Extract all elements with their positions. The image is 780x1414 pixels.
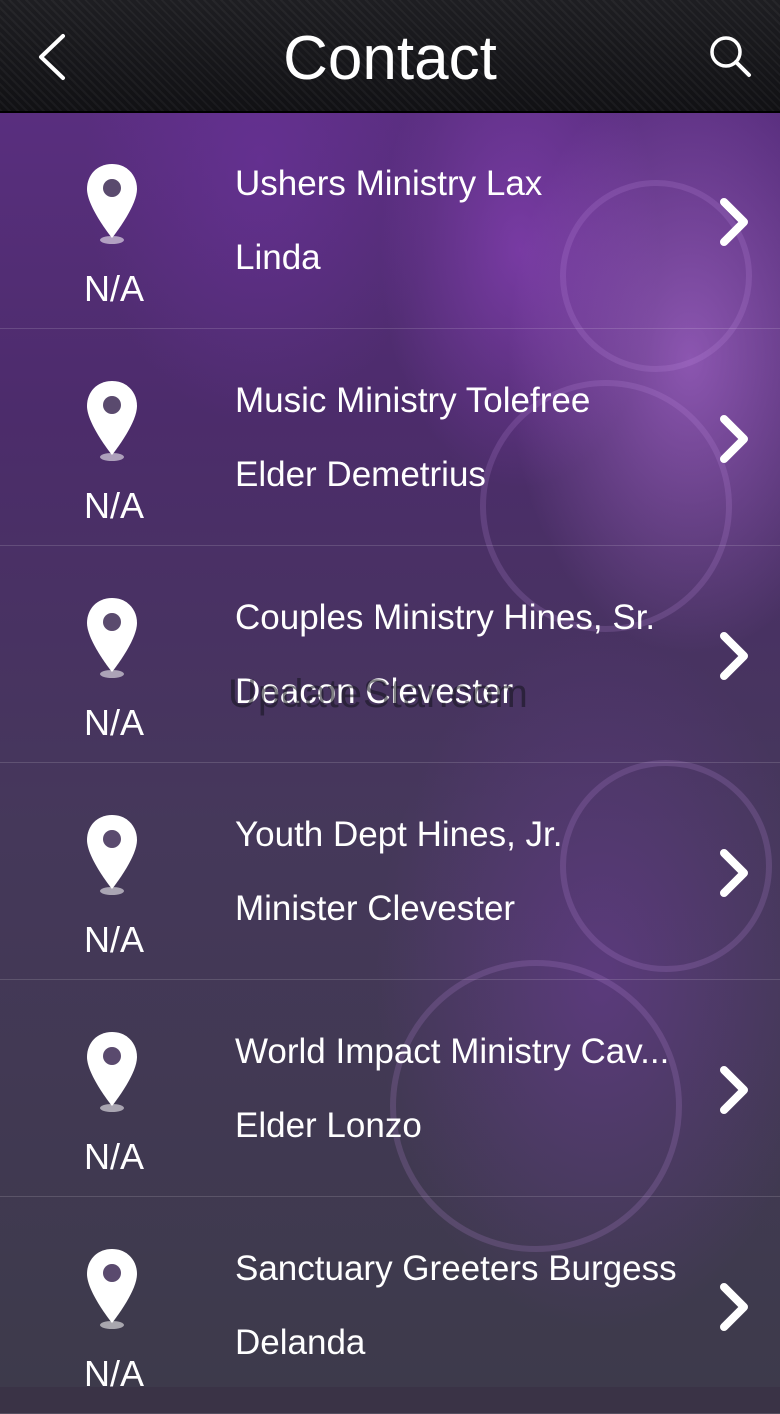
contact-person-name: Linda [235,238,321,277]
contact-person-name: Deacon Clevester [235,672,514,711]
contact-group-name: Couples Ministry Hines, Sr. [235,598,656,637]
contact-group-name: Sanctuary Greeters Burgess [235,1249,677,1288]
location-pin-icon [87,815,137,895]
back-button[interactable] [20,22,84,92]
location-label: N/A [83,702,144,743]
contact-row[interactable]: N/A Couples Ministry Hines, Sr. Deacon C… [0,546,780,763]
location-pin-icon [87,598,137,678]
search-button[interactable] [698,24,762,88]
contact-person-name: Elder Demetrius [235,455,486,494]
chevron-right-icon [720,1066,748,1114]
chevron-right-icon [720,415,748,463]
contact-row[interactable]: N/A Youth Dept Hines, Jr. Minister Cleve… [0,763,780,980]
chevron-right-icon [720,849,748,897]
contact-row[interactable]: N/A World Impact Ministry Cav... Elder L… [0,980,780,1197]
location-label: N/A [83,485,144,526]
contact-list: N/A Ushers Ministry Lax Linda N/A Music … [0,112,780,1414]
location-label: N/A [83,1353,144,1394]
contact-row[interactable]: N/A Music Ministry Tolefree Elder Demetr… [0,329,780,546]
search-icon [710,36,751,77]
contact-group-name: Ushers Ministry Lax [235,164,543,203]
chevron-right-icon [720,198,748,246]
contact-person-name: Delanda [235,1323,366,1362]
location-label: N/A [83,268,144,309]
page-title: Contact [283,24,497,93]
location-pin-icon [87,381,137,461]
location-pin-icon [87,1249,137,1329]
contact-group-name: Music Ministry Tolefree [235,381,591,420]
contact-row[interactable]: N/A Ushers Ministry Lax Linda [0,112,780,329]
contact-group-name: World Impact Ministry Cav... [235,1032,670,1071]
location-label: N/A [83,919,144,960]
chevron-right-icon [720,632,748,680]
location-pin-icon [87,164,137,244]
chevron-left-icon [39,34,65,80]
app-header: Contact [0,0,780,113]
contact-row[interactable]: N/A Sanctuary Greeters Burgess Delanda [0,1197,780,1414]
location-pin-icon [87,1032,137,1112]
contact-group-name: Youth Dept Hines, Jr. [235,815,563,854]
location-label: N/A [83,1136,144,1177]
contact-person-name: Minister Clevester [235,889,516,928]
chevron-right-icon [720,1283,748,1331]
contact-person-name: Elder Lonzo [235,1106,422,1145]
